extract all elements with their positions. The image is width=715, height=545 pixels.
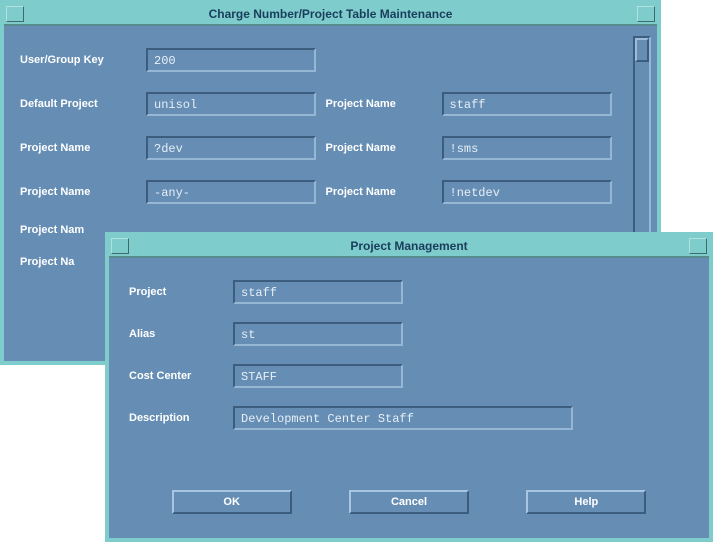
window-menu-icon[interactable] xyxy=(111,238,129,254)
window-maximize-icon[interactable] xyxy=(637,6,655,22)
user-group-key-label: User/Group Key xyxy=(20,54,140,66)
project-name-label: Project Name xyxy=(20,142,140,154)
titlebar[interactable]: Project Management xyxy=(109,236,709,258)
default-project-field[interactable]: unisol xyxy=(146,92,316,116)
project-name-field[interactable]: -any- xyxy=(146,180,316,204)
project-management-window: Project Management Project staff Alias s… xyxy=(105,232,713,542)
help-button[interactable]: Help xyxy=(526,490,646,514)
project-name-label: Project Name xyxy=(326,142,436,154)
project-name-field[interactable]: ?dev xyxy=(146,136,316,160)
project-name-label: Project Name xyxy=(326,186,436,198)
user-group-key-field[interactable]: 200 xyxy=(146,48,316,72)
scroll-thumb[interactable] xyxy=(635,38,649,62)
alias-label: Alias xyxy=(129,328,229,340)
description-field[interactable]: Development Center Staff xyxy=(233,406,573,430)
window-body: Project staff Alias st Cost Center STAFF… xyxy=(109,258,709,538)
default-project-label: Default Project xyxy=(20,98,140,110)
project-name-label: Project Name xyxy=(326,98,436,110)
window-title: Project Management xyxy=(350,239,467,253)
window-menu-icon[interactable] xyxy=(6,6,24,22)
project-field[interactable]: staff xyxy=(233,280,403,304)
window-title: Charge Number/Project Table Maintenance xyxy=(209,7,453,21)
cancel-button[interactable]: Cancel xyxy=(349,490,469,514)
project-name-field[interactable]: !netdev xyxy=(442,180,612,204)
description-label: Description xyxy=(129,412,229,424)
cost-center-label: Cost Center xyxy=(129,370,229,382)
ok-button[interactable]: OK xyxy=(172,490,292,514)
alias-field[interactable]: st xyxy=(233,322,403,346)
window-maximize-icon[interactable] xyxy=(689,238,707,254)
project-name-label: Project Name xyxy=(20,186,140,198)
project-name-field[interactable]: staff xyxy=(442,92,612,116)
titlebar[interactable]: Charge Number/Project Table Maintenance xyxy=(4,4,657,26)
project-label: Project xyxy=(129,286,229,298)
project-name-field[interactable]: !sms xyxy=(442,136,612,160)
cost-center-field[interactable]: STAFF xyxy=(233,364,403,388)
